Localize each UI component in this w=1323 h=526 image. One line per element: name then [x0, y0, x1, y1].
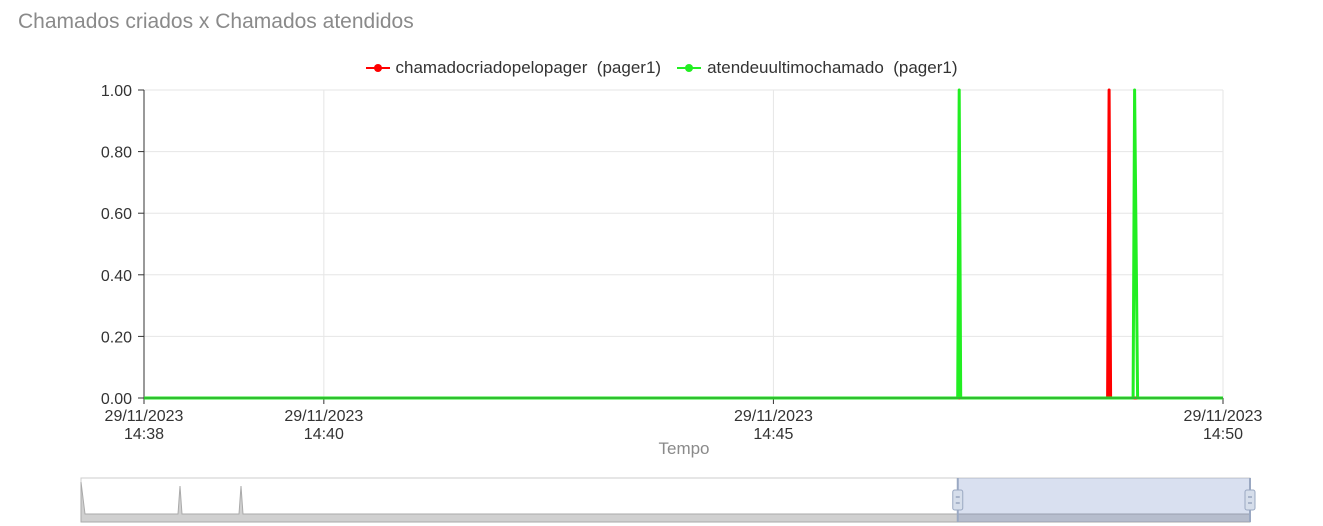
y-tick-label: 0.20 — [101, 329, 132, 346]
y-tick-label: 0.60 — [101, 206, 132, 223]
range-navigator[interactable] — [80, 477, 1256, 523]
x-tick-time-label: 14:38 — [124, 426, 164, 443]
plot-area — [144, 88, 1223, 400]
y-tick-label: 0.00 — [101, 391, 132, 408]
series-line-2 — [144, 88, 1223, 400]
x-tick-time-label: 14:45 — [753, 426, 793, 443]
navigator-right-handle-icon[interactable] — [1244, 489, 1256, 511]
x-tick-time-label: 14:40 — [304, 426, 344, 443]
y-tick-label: 1.00 — [101, 83, 132, 100]
y-tick-label: 0.40 — [101, 268, 132, 285]
y-tick-label: 0.80 — [101, 145, 132, 162]
x-tick-date-label: 29/11/2023 — [1184, 408, 1263, 425]
y-axis: 0.00 0.20 0.40 0.60 0.80 1.00 — [101, 83, 144, 408]
line-chart: 0.000.200.400.600.801.00 29/11/202314:38… — [80, 83, 1263, 523]
x-tick-date-label: 29/11/2023 — [734, 408, 813, 425]
series-line-1 — [144, 88, 1223, 400]
x-tick-time-label: 14:50 — [1203, 426, 1243, 443]
navigator-left-handle-icon[interactable] — [952, 489, 964, 511]
x-tick-date-label: 29/11/2023 — [284, 408, 363, 425]
navigator-selection — [957, 478, 1250, 522]
x-tick-date-label: 29/11/2023 — [105, 408, 184, 425]
x-axis-title: Tempo — [658, 439, 709, 458]
grid — [143, 89, 1224, 399]
x-axis: 29/11/202314:3829/11/202314:4029/11/2023… — [105, 398, 1263, 443]
